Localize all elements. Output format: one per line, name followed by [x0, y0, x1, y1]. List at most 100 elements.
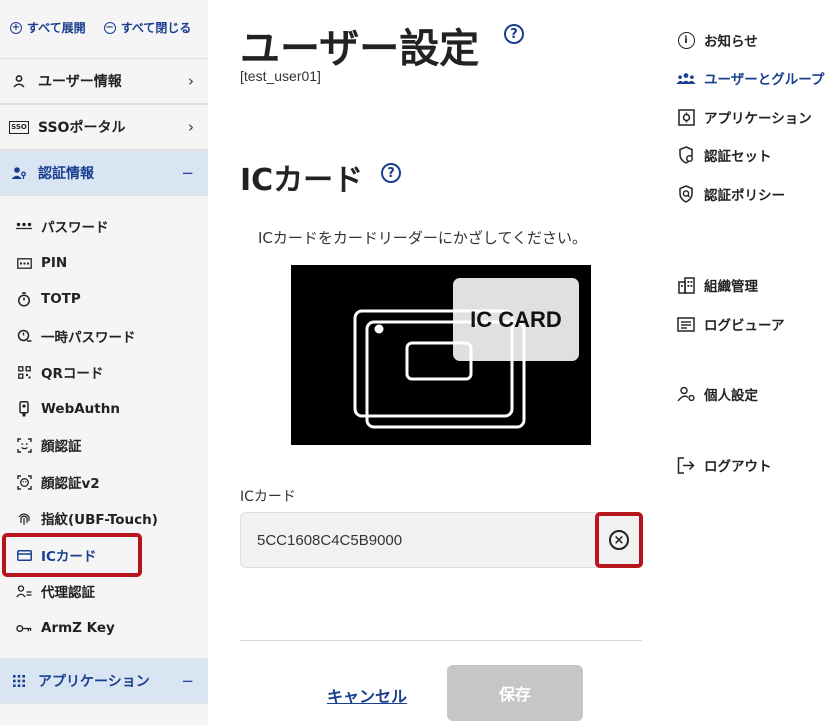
sidebar-item-password[interactable]: パスワード — [0, 208, 208, 244]
nav-org-management[interactable]: 組織管理 — [676, 273, 758, 297]
chevron-right-icon: › — [188, 118, 194, 136]
ic-card-label: IC CARD — [470, 306, 562, 332]
chevron-right-icon: › — [188, 72, 194, 90]
sidebar-item-proxy-auth[interactable]: 代理認証 — [0, 573, 208, 609]
nav-label: 個人設定 — [704, 388, 758, 404]
user-id: [test_user01] — [240, 68, 321, 84]
section-title: ICカード — [240, 163, 364, 198]
sidebar-item-label: TOTP — [41, 291, 81, 307]
help-icon[interactable]: ? — [504, 24, 524, 44]
collapse-minus-icon: − — [181, 672, 194, 690]
sidebar-item-label: 一時パスワード — [41, 330, 136, 346]
sidebar-item-face-auth[interactable]: 顔認証 — [0, 427, 208, 463]
sidebar-item-webauthn[interactable]: WebAuthn — [0, 391, 208, 427]
save-button[interactable]: 保存 — [447, 665, 583, 721]
sidebar-item-label: 顔認証v2 — [41, 476, 100, 492]
key-icon — [16, 624, 32, 633]
instruction-text: ICカードをカードリーダーにかざしてください。 — [258, 229, 587, 247]
nav-label: 認証セット — [704, 149, 772, 165]
nav-logout[interactable]: ログアウト — [676, 453, 772, 477]
app-icon — [676, 108, 696, 126]
nav-label: ログビューア — [704, 318, 785, 334]
expand-collapse-row: + すべて展開 − すべて閉じる — [10, 19, 191, 36]
sidebar-item-label: パスワード — [41, 220, 109, 236]
clear-button[interactable]: × — [595, 512, 643, 568]
qr-code-icon — [16, 365, 32, 379]
nav-notifications[interactable]: i お知らせ — [676, 28, 758, 52]
sidebar-item-label: WebAuthn — [41, 401, 120, 417]
face-scan-v2-icon — [16, 474, 32, 490]
sidebar-item-temp-password[interactable]: 一時パスワード — [0, 318, 208, 354]
cancel-button[interactable]: キャンセル — [327, 683, 407, 707]
sso-icon: SSO — [9, 120, 29, 134]
sidebar-section-user-info[interactable]: ユーザー情報 › — [0, 58, 208, 104]
sidebar-item-label: PIN — [41, 255, 68, 271]
face-scan-icon — [16, 437, 32, 453]
sidebar-item-totp[interactable]: TOTP — [0, 281, 208, 317]
nav-log-viewer[interactable]: ログビューア — [676, 312, 784, 336]
log-viewer-icon — [676, 316, 696, 332]
sidebar-section-applications[interactable]: アプリケーション − — [0, 658, 208, 704]
temp-password-icon — [16, 329, 32, 344]
minus-circle-icon: − — [103, 21, 116, 34]
logout-icon — [676, 456, 696, 474]
fingerprint-icon — [16, 511, 32, 526]
nav-label: 組織管理 — [704, 279, 758, 295]
sidebar-item-armz-key[interactable]: ArmZ Key — [0, 610, 208, 646]
right-nav: i お知らせ ユーザーとグループ アプリケーション 認証セット 認証ポリシー 組… — [676, 0, 833, 725]
proxy-user-icon — [16, 584, 32, 598]
sidebar-item-label: QRコード — [41, 366, 104, 382]
sidebar-item-pin[interactable]: PIN — [0, 245, 208, 281]
grid-dots-icon — [10, 675, 28, 687]
sidebar-section-auth-info[interactable]: 認証情報 − — [0, 150, 208, 196]
user-key-icon — [10, 166, 28, 180]
password-dots-icon — [16, 222, 32, 230]
nav-auth-policy[interactable]: 認証ポリシー — [676, 182, 785, 206]
page-title: ユーザー設定 — [240, 26, 480, 72]
security-key-icon — [16, 401, 32, 417]
ic-card-highlight — [2, 533, 142, 577]
sidebar-section-label: ユーザー情報 — [38, 74, 122, 90]
clear-x-icon: × — [609, 530, 629, 550]
shield-search-icon — [676, 185, 696, 203]
sidebar-item-label: 代理認証 — [41, 585, 95, 601]
sidebar-item-face-auth-v2[interactable]: 顔認証v2 — [0, 464, 208, 500]
expand-all-label: すべて展開 — [27, 21, 86, 35]
nav-personal-settings[interactable]: 個人設定 — [676, 382, 758, 406]
nav-applications[interactable]: アプリケーション — [676, 105, 812, 129]
sidebar: + すべて展開 − すべて閉じる ユーザー情報 › SSO SSOポータル › … — [0, 0, 208, 725]
shield-gear-icon — [676, 146, 696, 164]
nav-label: ユーザーとグループ — [704, 72, 825, 88]
expand-all-button[interactable]: + すべて展開 — [10, 19, 86, 36]
collapse-minus-icon: − — [181, 164, 194, 182]
ic-card-field-label: ICカード — [240, 489, 296, 505]
collapse-all-label: すべて閉じる — [120, 21, 192, 35]
users-icon — [676, 72, 696, 85]
building-icon — [676, 276, 696, 294]
nav-users-groups[interactable]: ユーザーとグループ — [676, 66, 824, 90]
sidebar-section-label: SSOポータル — [38, 120, 126, 136]
nav-label: 認証ポリシー — [704, 188, 785, 204]
sidebar-item-label: 指紋(UBF-Touch) — [41, 512, 158, 528]
sidebar-section-label: 認証情報 — [38, 166, 94, 182]
sidebar-section-label: アプリケーション — [38, 674, 150, 690]
info-icon: i — [676, 31, 696, 49]
ic-card-field[interactable]: 5CC1608C4C5B9000 — [240, 512, 643, 568]
sidebar-item-qr-code[interactable]: QRコード — [0, 354, 208, 390]
help-icon[interactable]: ? — [381, 163, 401, 183]
ic-card-illustration: IC CARD — [291, 265, 591, 445]
sidebar-item-fingerprint[interactable]: 指紋(UBF-Touch) — [0, 500, 208, 536]
user-icon — [10, 74, 28, 88]
timer-icon — [16, 291, 32, 307]
user-gear-icon — [676, 386, 696, 402]
nav-label: アプリケーション — [704, 111, 812, 127]
collapse-all-button[interactable]: − すべて閉じる — [103, 19, 192, 36]
sidebar-item-label: ArmZ Key — [41, 620, 115, 636]
nav-label: お知らせ — [704, 34, 758, 50]
pin-pad-icon — [16, 257, 32, 269]
sidebar-item-label: 顔認証 — [41, 439, 82, 455]
nav-auth-sets[interactable]: 認証セット — [676, 143, 772, 167]
sidebar-section-sso-portal[interactable]: SSO SSOポータル › — [0, 104, 208, 150]
divider — [240, 640, 642, 641]
nav-label: ログアウト — [704, 459, 772, 475]
